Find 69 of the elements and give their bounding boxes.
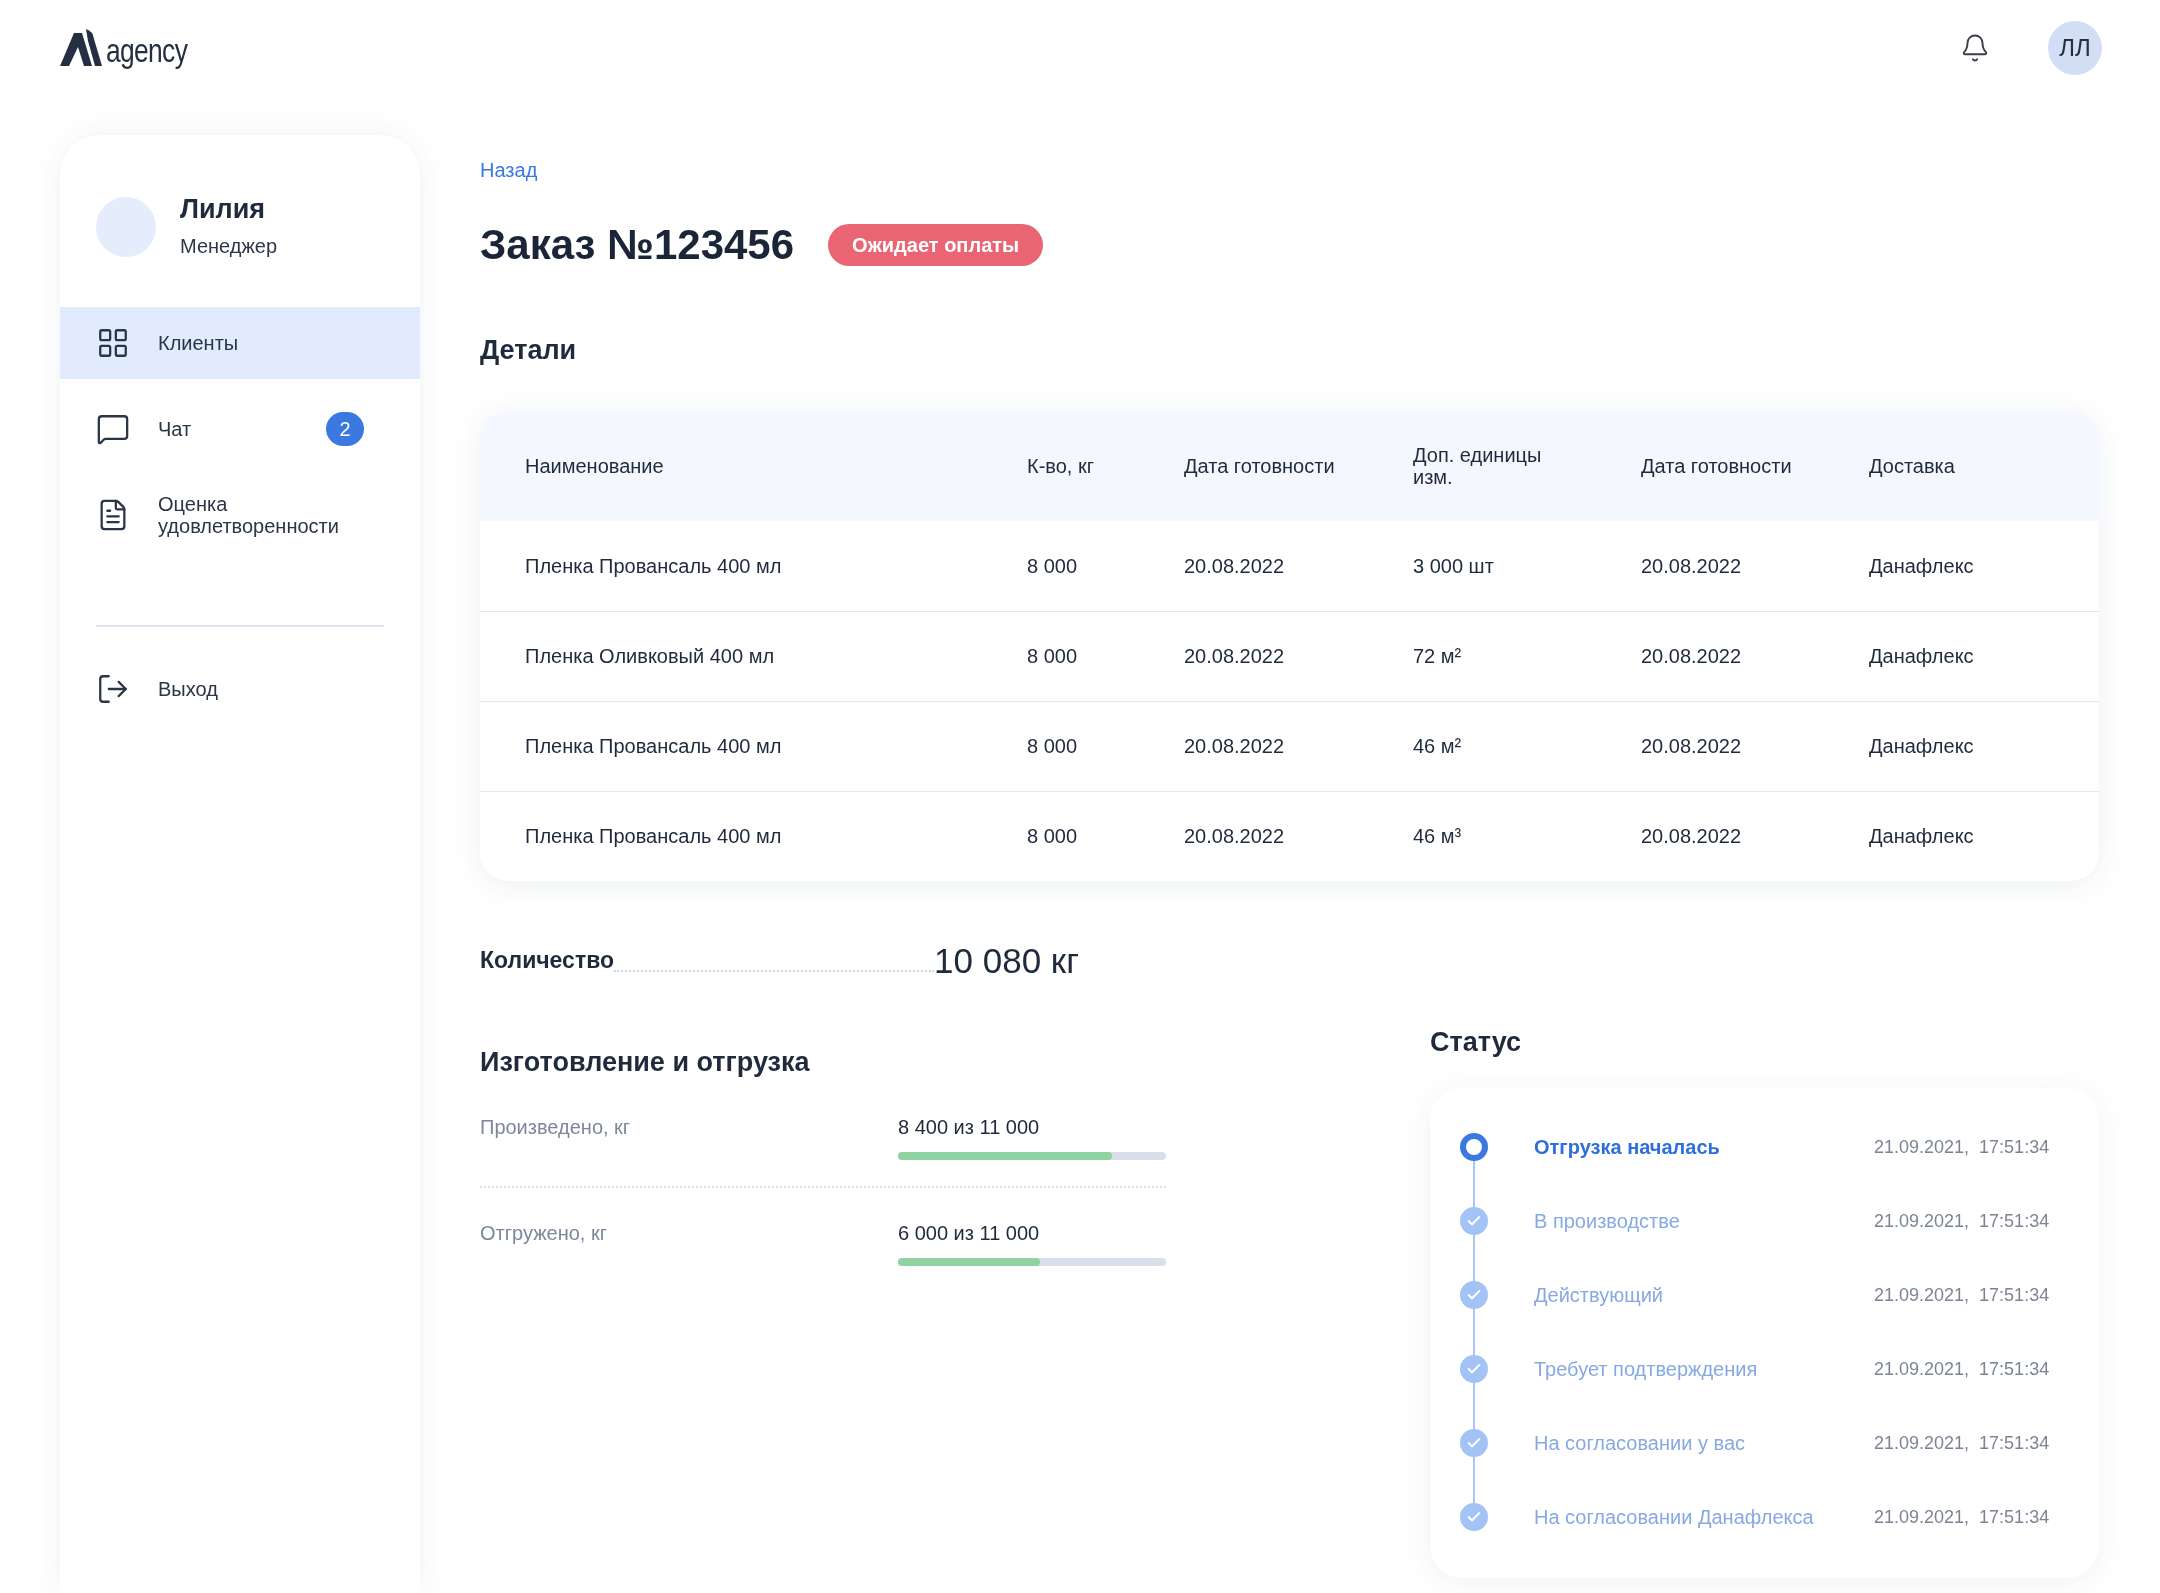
status-label: На согласовании Данафлекса (1534, 1505, 1815, 1530)
table-cell-text: 20.08.2022 (1184, 824, 1286, 849)
table-cell-text: 20.08.2022 (1184, 553, 1286, 579)
table-cell-text: Данафлекс (1869, 644, 1975, 669)
table-cell-text: 46 м² (1413, 734, 1463, 759)
table-cell-text: Данафлекс (1869, 734, 1975, 759)
unread-count-badge: 2 (326, 411, 364, 446)
nav-label: Оценка удовлетворенности (158, 492, 340, 537)
column-header: Доп. единицы изм. (1413, 443, 1543, 488)
nav-item[interactable]: Оценка удовлетворенности (60, 478, 420, 551)
table-cell-text: Пленка Оливковый 400 мл (525, 644, 776, 669)
column-header: Наименование (525, 454, 665, 477)
nav-label: Чат (158, 417, 193, 440)
status-label: В производстве (1534, 1209, 1681, 1234)
column-header: Дата готовности (1641, 454, 1793, 477)
column-header: Доставка (1869, 454, 1956, 477)
logo-text: agency (106, 33, 188, 67)
progress-label: Отгружено, кг (480, 1221, 608, 1246)
user-avatar[interactable]: ЛЛ (2048, 20, 2102, 75)
status-time: 21.09.2021, 17:51:34 (1874, 1209, 2050, 1233)
logout-item[interactable]: Выход (60, 652, 420, 725)
back-link[interactable]: Назад (480, 155, 538, 185)
progress-label: Произведено, кг (480, 1115, 632, 1140)
nav-item[interactable]: Чат 2 (60, 392, 420, 465)
table-cell-text: Пленка Провансаль 400 мл (525, 553, 783, 579)
table-cell-text: 72 м² (1413, 644, 1463, 669)
quantity-value: 10 080 кг (934, 942, 1079, 978)
nav-label: Клиенты (158, 331, 240, 354)
table-cell-text: Данафлекс (1869, 553, 1975, 579)
progress-value: 6 000 из 11 000 (898, 1221, 1041, 1246)
table-cell-text: Пленка Провансаль 400 мл (525, 824, 783, 849)
table-cell-text: 8 000 (1027, 644, 1079, 669)
table-cell-text: Данафлекс (1869, 824, 1975, 849)
order-status-badge: Ожидает оплаты (828, 223, 1044, 266)
status-label: Действующий (1534, 1283, 1664, 1308)
table-cell-text: 20.08.2022 (1641, 824, 1743, 849)
table-cell-text: 8 000 (1027, 734, 1079, 759)
table-cell-text: 8 000 (1027, 824, 1079, 849)
table-cell-text: 46 м³ (1413, 824, 1463, 849)
status-time: 21.09.2021, 17:51:34 (1874, 1505, 2050, 1529)
column-header: К-во, кг (1027, 454, 1095, 477)
table-cell-text: 3 000 шт (1413, 553, 1495, 579)
user-role: Менеджер (180, 233, 278, 259)
notification-bell-icon[interactable] (1960, 32, 1990, 63)
status-time: 21.09.2021, 17:51:34 (1874, 1431, 2050, 1455)
quantity-label: Количество (480, 946, 615, 975)
status-label: Отгрузка началась (1534, 1135, 1721, 1160)
status-time: 21.09.2021, 17:51:34 (1874, 1283, 2050, 1307)
table-cell-text: 20.08.2022 (1641, 644, 1743, 669)
table-cell-text: 20.08.2022 (1184, 644, 1286, 669)
status-time: 21.09.2021, 17:51:34 (1874, 1135, 2050, 1159)
table-cell-text: 20.08.2022 (1641, 734, 1743, 759)
logo-mark-icon (60, 28, 102, 67)
column-header: Дата готовности (1184, 454, 1336, 477)
status-label: Требует подтверждения (1534, 1357, 1759, 1382)
order-title: Заказ №123456 (480, 220, 795, 270)
table-cell-text: 20.08.2022 (1184, 734, 1286, 759)
nav-item[interactable]: Клиенты (60, 306, 420, 379)
status-label: На согласовании у вас (1534, 1431, 1746, 1456)
section-heading: Статус (1430, 1025, 1522, 1059)
nav-label: Выход (158, 676, 218, 702)
section-heading: Изготовление и отгрузка (480, 1045, 811, 1079)
progress-value: 8 400 из 11 000 (898, 1115, 1041, 1140)
user-name: Лилия (180, 193, 267, 226)
table-cell-text: Пленка Провансаль 400 мл (525, 734, 783, 759)
status-time: 21.09.2021, 17:51:34 (1874, 1357, 2050, 1381)
section-heading: Детали (480, 334, 577, 367)
table-cell-text: 8 000 (1027, 553, 1079, 579)
table-cell-text: 20.08.2022 (1641, 553, 1743, 579)
